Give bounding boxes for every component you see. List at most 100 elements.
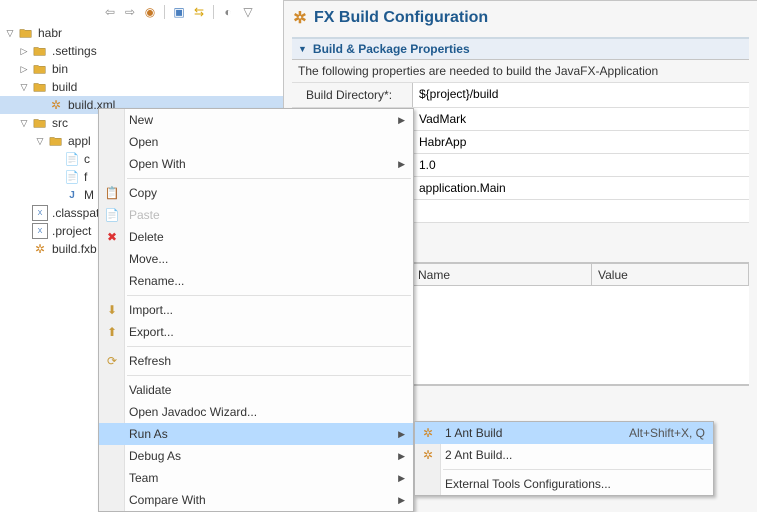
tree-project-root[interactable]: ▽ habr bbox=[0, 24, 283, 42]
menu-label: Validate bbox=[129, 383, 171, 397]
main-class-input[interactable] bbox=[413, 177, 749, 199]
toolbar-separator bbox=[213, 5, 214, 19]
menu-label: Debug As bbox=[129, 449, 181, 463]
ant-icon: ✲ bbox=[419, 446, 437, 464]
tree-item-settings[interactable]: ▷ .settings bbox=[0, 42, 283, 60]
home-icon[interactable]: ◉ bbox=[141, 3, 159, 21]
folder-icon bbox=[32, 115, 48, 131]
submenu-arrow-icon: ▶ bbox=[398, 473, 405, 484]
java-file-icon: J bbox=[64, 187, 80, 203]
tree-item-build[interactable]: ▽ build bbox=[0, 78, 283, 96]
config-icon: ✲ bbox=[292, 10, 308, 26]
paste-icon: 📄 bbox=[103, 206, 121, 224]
menu-label: Export... bbox=[129, 325, 174, 339]
menu-label: Refresh bbox=[129, 354, 171, 368]
menu-item-import[interactable]: ⬇ Import... bbox=[99, 299, 413, 321]
menu-label: Open With bbox=[129, 157, 186, 171]
page-title-text: FX Build Configuration bbox=[314, 9, 488, 27]
submenu-item-external-tools[interactable]: External Tools Configurations... bbox=[415, 473, 713, 495]
tree-label: f bbox=[84, 170, 87, 184]
version-input[interactable] bbox=[413, 154, 749, 176]
menu-item-rename[interactable]: Rename... bbox=[99, 270, 413, 292]
submenu-arrow-icon: ▶ bbox=[398, 451, 405, 462]
menu-label: 1 Ant Build bbox=[445, 426, 502, 440]
menu-item-refresh[interactable]: ⟳ Refresh bbox=[99, 350, 413, 372]
menu-item-team[interactable]: Team ▶ bbox=[99, 467, 413, 489]
menu-item-validate[interactable]: Validate bbox=[99, 379, 413, 401]
submenu-arrow-icon: ▶ bbox=[398, 495, 405, 506]
chevron-down-icon[interactable]: ▽ bbox=[18, 117, 30, 129]
menu-label: Paste bbox=[129, 208, 160, 222]
export-icon: ⬆ bbox=[103, 323, 121, 341]
section-header[interactable]: ▼ Build & Package Properties bbox=[292, 39, 749, 60]
explorer-toolbar: ⇦ ⇨ ◉ ▣ ⇆ ◐ ▽ bbox=[0, 2, 283, 24]
refresh-icon: ⟳ bbox=[103, 352, 121, 370]
menu-separator bbox=[127, 375, 411, 376]
menu-item-export[interactable]: ⬆ Export... bbox=[99, 321, 413, 343]
tree-label: .settings bbox=[52, 44, 97, 58]
chevron-down-icon[interactable]: ▽ bbox=[34, 135, 46, 147]
twisty-spacer bbox=[18, 243, 30, 255]
xml-file-icon: X bbox=[32, 205, 48, 221]
menu-item-open-with[interactable]: Open With ▶ bbox=[99, 153, 413, 175]
menu-item-compare-with[interactable]: Compare With ▶ bbox=[99, 489, 413, 511]
chevron-right-icon[interactable]: ▷ bbox=[18, 63, 30, 75]
copy-icon: 📋 bbox=[103, 184, 121, 202]
chevron-right-icon[interactable]: ▷ bbox=[18, 45, 30, 57]
extra-input[interactable] bbox=[413, 200, 749, 222]
link-editor-icon[interactable]: ⇆ bbox=[190, 3, 208, 21]
chevron-down-icon[interactable]: ▽ bbox=[18, 81, 30, 93]
chevron-down-icon[interactable]: ▼ bbox=[298, 44, 307, 54]
menu-label: Delete bbox=[129, 230, 164, 244]
fx-file-icon: ✲ bbox=[32, 241, 48, 257]
folder-icon bbox=[32, 79, 48, 95]
field-label-build-directory: Build Directory*: bbox=[292, 83, 412, 107]
vendor-input[interactable] bbox=[413, 108, 749, 130]
menu-label: Open bbox=[129, 135, 158, 149]
menu-item-run-as[interactable]: Run As ▶ bbox=[99, 423, 413, 445]
menu-item-delete[interactable]: ✖ Delete bbox=[99, 226, 413, 248]
kv-name-header[interactable]: Name bbox=[412, 264, 592, 286]
context-menu: New ▶ Open Open With ▶ 📋 Copy 📄 Paste ✖ … bbox=[98, 108, 414, 512]
menu-label: Move... bbox=[129, 252, 168, 266]
twisty-spacer bbox=[18, 225, 30, 237]
collapse-all-icon[interactable]: ▣ bbox=[170, 3, 188, 21]
submenu-arrow-icon: ▶ bbox=[398, 159, 405, 170]
menu-item-copy[interactable]: 📋 Copy bbox=[99, 182, 413, 204]
menu-item-new[interactable]: New ▶ bbox=[99, 109, 413, 131]
app-name-input[interactable] bbox=[413, 131, 749, 153]
menu-separator bbox=[127, 295, 411, 296]
tree-label: habr bbox=[38, 26, 62, 40]
focus-icon[interactable]: ◐ bbox=[219, 3, 237, 21]
twisty-spacer bbox=[18, 207, 30, 219]
menu-label: Compare With bbox=[129, 493, 206, 507]
menu-item-debug-as[interactable]: Debug As ▶ bbox=[99, 445, 413, 467]
submenu-item-ant-build[interactable]: ✲ 1 Ant Build Alt+Shift+X, Q bbox=[415, 422, 713, 444]
back-icon[interactable]: ⇦ bbox=[101, 3, 119, 21]
tree-item-bin[interactable]: ▷ bin bbox=[0, 60, 283, 78]
tree-label: build bbox=[52, 80, 77, 94]
menu-item-move[interactable]: Move... bbox=[99, 248, 413, 270]
ant-icon: ✲ bbox=[419, 424, 437, 442]
submenu-item-ant-build-dialog[interactable]: ✲ 2 Ant Build... bbox=[415, 444, 713, 466]
menu-item-javadoc[interactable]: Open Javadoc Wizard... bbox=[99, 401, 413, 423]
folder-icon bbox=[48, 133, 64, 149]
menu-item-open[interactable]: Open bbox=[99, 131, 413, 153]
chevron-down-icon[interactable]: ▽ bbox=[4, 27, 16, 39]
menu-label: 2 Ant Build... bbox=[445, 448, 512, 462]
tree-label: .classpat bbox=[52, 206, 99, 220]
tree-label: build.fxb bbox=[52, 242, 97, 256]
twisty-spacer bbox=[50, 171, 62, 183]
tree-label: appl bbox=[68, 134, 91, 148]
xml-file-icon: X bbox=[32, 223, 48, 239]
tree-label: src bbox=[52, 116, 68, 130]
twisty-spacer bbox=[50, 153, 62, 165]
build-directory-input[interactable] bbox=[413, 83, 749, 105]
menu-separator bbox=[443, 469, 711, 470]
view-menu-icon[interactable]: ▽ bbox=[239, 3, 257, 21]
kv-value-header[interactable]: Value bbox=[592, 264, 749, 286]
twisty-spacer bbox=[34, 99, 46, 111]
delete-icon: ✖ bbox=[103, 228, 121, 246]
forward-icon[interactable]: ⇨ bbox=[121, 3, 139, 21]
folder-icon bbox=[32, 61, 48, 77]
